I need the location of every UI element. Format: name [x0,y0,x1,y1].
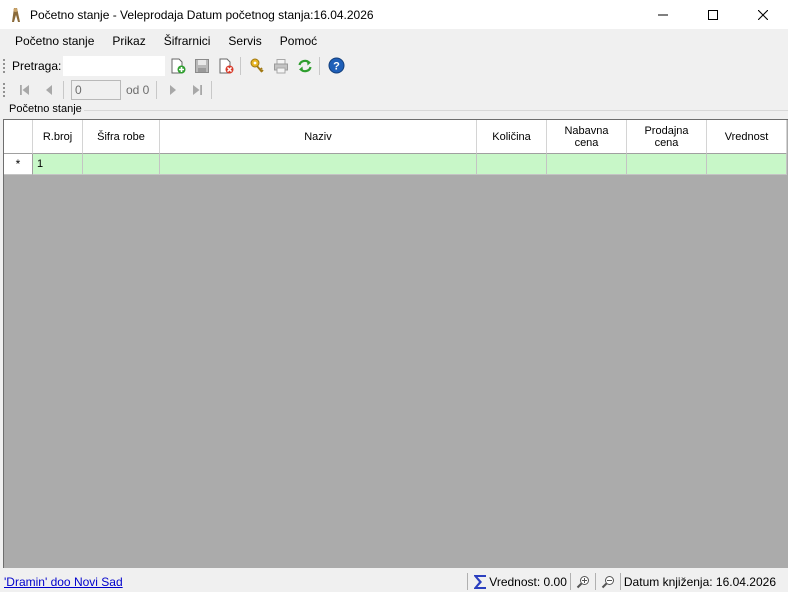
help-icon: ? [328,57,345,74]
status-separator [594,573,596,590]
status-right-group: Vrednost: 0.00 Datum knjiženja: 16.04.20… [464,571,776,592]
company-link[interactable]: 'Dramin' doo Novi Sad [4,575,123,589]
menu-prikaz[interactable]: Prikaz [103,29,154,53]
svg-text:?: ? [333,61,340,73]
cell-vrednost[interactable] [707,154,787,175]
cell-nabavna-cena[interactable] [547,154,627,175]
zoom-out-button[interactable] [599,573,617,591]
search-input[interactable] [63,55,166,76]
last-record-button[interactable] [186,79,208,101]
close-icon [758,9,768,20]
save-icon [195,58,210,73]
next-record-button[interactable] [162,79,184,101]
prev-icon [46,85,52,95]
refresh-button[interactable] [294,55,316,77]
main-toolbar: Pretraga: ? [2,53,348,78]
help-button[interactable]: ? [325,55,347,77]
navigator-toolbar: od 0 [2,78,215,102]
status-separator [619,573,621,590]
sigma-icon [471,573,489,591]
next-icon [170,85,177,95]
group-divider [84,110,788,111]
app-icon [8,7,24,23]
refresh-icon [298,59,312,72]
key-icon [250,58,264,73]
total-value: Vrednost: 0.00 [489,574,567,589]
data-grid[interactable]: R.broj Šifra robe Naziv Količina Nabavna… [3,119,788,568]
status-separator [467,573,469,590]
navigator-separator [63,81,64,99]
column-header-prodajna-cena[interactable]: Prodajna cena [627,120,707,154]
menu-sifrarnici[interactable]: Šifrarnici [155,29,220,53]
last-icon [193,85,203,95]
grid-header-row: R.broj Šifra robe Naziv Količina Nabavna… [4,120,787,154]
first-record-button[interactable] [14,79,36,101]
cell-sifra-robe[interactable] [83,154,160,175]
navigator-separator [156,81,158,99]
cell-naziv[interactable] [160,154,477,175]
record-position-input[interactable] [71,80,121,100]
status-bar: 'Dramin' doo Novi Sad Vrednost: 0.00 Dat… [0,571,788,592]
cell-rbroj[interactable]: 1 [33,154,83,175]
posting-date: Datum knjiženja: 16.04.2026 [623,574,776,589]
toolbar-grip[interactable] [2,57,6,74]
new-row[interactable]: * 1 [4,154,787,175]
cell-kolicina[interactable] [477,154,547,175]
navigator-grip[interactable] [2,82,6,98]
minimize-button[interactable] [638,0,688,29]
search-label: Pretraga: [12,58,62,73]
window-title: Početno stanje - Veleprodaja Datum počet… [30,7,374,22]
zoom-out-icon [601,575,614,588]
status-separator [569,573,571,590]
print-icon [274,58,289,73]
menu-pomoc[interactable]: Pomoć [271,29,326,53]
print-button[interactable] [270,55,292,77]
first-icon [20,85,29,95]
zoom-in-button[interactable] [574,573,592,591]
column-header-sifra-robe[interactable]: Šifra robe [83,120,160,154]
toolbar-separator [240,56,242,75]
close-button[interactable] [738,0,788,29]
toolbar-separator [319,56,321,75]
record-count-label: od 0 [126,83,150,97]
key-button[interactable] [246,55,268,77]
column-header-nabavna-cena[interactable]: Nabavna cena [547,120,627,154]
new-row-marker[interactable]: * [4,154,33,175]
delete-icon [219,58,234,73]
new-button[interactable] [167,55,189,77]
menu-bar: Početno stanje Prikaz Šifrarnici Servis … [0,29,788,53]
window-controls [638,0,788,29]
delete-button[interactable] [215,55,237,77]
column-header-vrednost[interactable]: Vrednost [707,120,787,154]
save-button[interactable] [191,55,213,77]
minimize-icon [658,14,668,15]
column-header-rbroj[interactable]: R.broj [33,120,83,154]
group-label: Početno stanje [9,103,82,115]
navigator-separator [211,81,213,99]
row-header-corner[interactable] [4,120,33,154]
maximize-icon [708,9,718,20]
new-icon [171,58,186,73]
cell-prodajna-cena[interactable] [627,154,707,175]
title-bar: Početno stanje - Veleprodaja Datum počet… [0,0,788,29]
menu-servis[interactable]: Servis [219,29,270,53]
column-header-kolicina[interactable]: Količina [477,120,547,154]
column-header-naziv[interactable]: Naziv [160,120,477,154]
prev-record-button[interactable] [38,79,60,101]
menu-pocetno-stanje[interactable]: Početno stanje [6,29,103,53]
zoom-in-icon [576,575,589,588]
maximize-button[interactable] [688,0,738,29]
